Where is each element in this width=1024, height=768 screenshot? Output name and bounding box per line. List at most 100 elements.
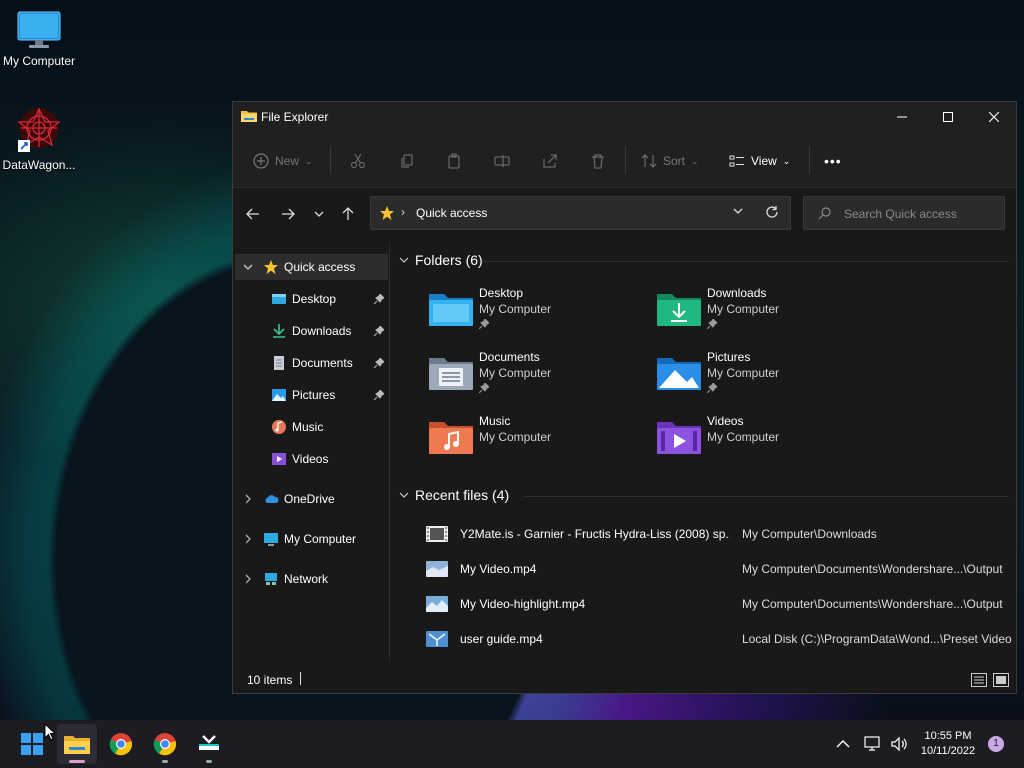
refresh-icon[interactable]: [765, 205, 779, 222]
more-options-button[interactable]: •••: [824, 150, 842, 172]
chevron-down-icon[interactable]: [243, 262, 253, 272]
arrow-up-icon: [342, 207, 354, 220]
desktop-icon-datawagon[interactable]: DataWagon...: [0, 106, 78, 172]
details-view-icon[interactable]: [971, 673, 987, 687]
chevron-right-icon[interactable]: [243, 494, 253, 504]
desktop-icon-label: DataWagon...: [2, 158, 76, 172]
chevron-down-icon[interactable]: [733, 205, 743, 219]
maximize-button[interactable]: [925, 102, 971, 132]
clock[interactable]: 10:55 PM 10/11/2022: [904, 729, 992, 759]
chevron-up-icon[interactable]: [836, 739, 850, 749]
search-placeholder: Search Quick access: [844, 207, 957, 221]
sidebar-item-network[interactable]: Network: [235, 566, 388, 592]
sort-button[interactable]: Sort ⌄: [641, 150, 699, 172]
cut-button[interactable]: [350, 150, 366, 172]
download-icon: [273, 324, 285, 338]
recent-section-header[interactable]: Recent files (4): [399, 487, 509, 503]
file-explorer-window: File Explorer New ⌄ Sort ⌄ View ⌄ ••• › …: [232, 101, 1017, 694]
sidebar-item-pictures[interactable]: Pictures: [235, 382, 388, 408]
folder-tile-downloads[interactable]: Downloads My Computer: [657, 286, 877, 346]
view-label: View: [751, 154, 777, 168]
share-button[interactable]: [542, 150, 558, 172]
folder-name: Music: [479, 414, 511, 428]
back-button[interactable]: [241, 202, 265, 226]
folder-name: Desktop: [479, 286, 524, 300]
star-icon: [380, 206, 394, 220]
close-button[interactable]: [971, 102, 1017, 132]
sidebar-item-my-computer[interactable]: My Computer: [235, 526, 388, 552]
large-icons-view-icon[interactable]: [993, 673, 1009, 687]
taskbar-filmora[interactable]: [189, 724, 229, 764]
chevron-right-icon[interactable]: [243, 534, 253, 544]
chevron-down-icon: [399, 257, 409, 263]
sort-icon: [641, 154, 657, 168]
music-folder-icon: [429, 422, 473, 454]
recent-file-row[interactable]: user guide.mp4 Local Disk (C:)\ProgramDa…: [393, 626, 1015, 652]
folder-tile-pictures[interactable]: Pictures My Computer: [657, 350, 877, 410]
copy-button[interactable]: [399, 150, 415, 172]
pictures-icon: [272, 389, 286, 401]
minimize-button[interactable]: [879, 102, 925, 132]
delete-button[interactable]: [590, 150, 606, 172]
sidebar-item-music[interactable]: Music: [235, 414, 388, 440]
music-icon: [272, 420, 286, 434]
desktop-icon-my-computer[interactable]: My Computer: [0, 10, 78, 68]
taskbar-chrome-1[interactable]: [101, 724, 141, 764]
folders-section-header[interactable]: Folders (6): [399, 252, 483, 268]
recent-file-name: My Video-highlight.mp4: [460, 597, 586, 611]
video-thumbnail-icon: [426, 631, 448, 647]
chevron-right-icon[interactable]: [243, 574, 253, 584]
folder-tile-documents[interactable]: Documents My Computer: [429, 350, 649, 410]
folder-location: My Computer: [707, 302, 780, 316]
view-button[interactable]: View ⌄: [729, 150, 790, 172]
folder-location: My Computer: [479, 430, 552, 444]
sidebar-item-videos[interactable]: Videos: [235, 446, 388, 472]
paste-icon: [448, 153, 460, 169]
item-count: 10 items: [247, 673, 293, 687]
paste-button[interactable]: [446, 150, 462, 172]
system-tray: [836, 720, 908, 768]
videos-folder-icon: [657, 422, 701, 454]
section-divider: [523, 496, 1009, 497]
notification-badge[interactable]: 1: [988, 736, 1004, 752]
taskbar-file-explorer[interactable]: [57, 724, 97, 764]
recent-file-row[interactable]: My Video-highlight.mp4 My Computer\Docum…: [393, 591, 1015, 617]
copy-icon: [401, 154, 413, 168]
search-box[interactable]: Search Quick access: [803, 196, 1005, 230]
sidebar-item-quick-access[interactable]: Quick access: [235, 254, 388, 280]
breadcrumb-separator-icon: ›: [401, 205, 405, 219]
chevron-down-icon: [314, 211, 324, 217]
pin-icon[interactable]: [374, 326, 384, 336]
sidebar-item-label: My Computer: [284, 532, 357, 546]
network-icon: [265, 573, 277, 585]
recent-locations-button[interactable]: [307, 202, 331, 226]
up-button[interactable]: [336, 202, 360, 226]
sidebar-item-desktop[interactable]: Desktop: [235, 286, 388, 312]
file-explorer-app-icon: [241, 111, 257, 122]
address-bar[interactable]: › Quick access: [370, 196, 791, 230]
pin-icon[interactable]: [374, 390, 384, 400]
recent-file-path: My Computer\Downloads: [742, 527, 877, 541]
maximize-icon: [943, 112, 953, 122]
folder-tile-music[interactable]: Music My Computer: [429, 414, 649, 474]
sidebar-item-onedrive[interactable]: OneDrive: [235, 486, 388, 512]
recent-file-name: Y2Mate.is - Garnier - Fructis Hydra-Liss…: [460, 527, 730, 541]
rename-button[interactable]: [494, 150, 510, 172]
network-icon[interactable]: [864, 736, 882, 752]
sidebar-item-downloads[interactable]: Downloads: [235, 318, 388, 344]
pin-icon[interactable]: [374, 294, 384, 304]
new-button[interactable]: New ⌄: [253, 150, 313, 172]
taskbar-chrome-2[interactable]: [145, 724, 185, 764]
folder-tile-desktop[interactable]: Desktop My Computer: [429, 286, 649, 346]
arrow-left-icon: [246, 208, 259, 220]
sidebar-item-documents[interactable]: Documents: [235, 350, 388, 376]
desktop-folder-icon: [272, 294, 286, 304]
pin-icon[interactable]: [374, 358, 384, 368]
recent-file-row[interactable]: Y2Mate.is - Garnier - Fructis Hydra-Liss…: [393, 521, 1015, 547]
search-icon: [818, 207, 831, 220]
title-bar[interactable]: File Explorer: [233, 102, 1016, 132]
sidebar-item-label: Network: [284, 572, 329, 586]
folder-tile-videos[interactable]: Videos My Computer: [657, 414, 877, 474]
forward-button[interactable]: [276, 202, 300, 226]
recent-file-row[interactable]: My Video.mp4 My Computer\Documents\Wonde…: [393, 556, 1015, 582]
